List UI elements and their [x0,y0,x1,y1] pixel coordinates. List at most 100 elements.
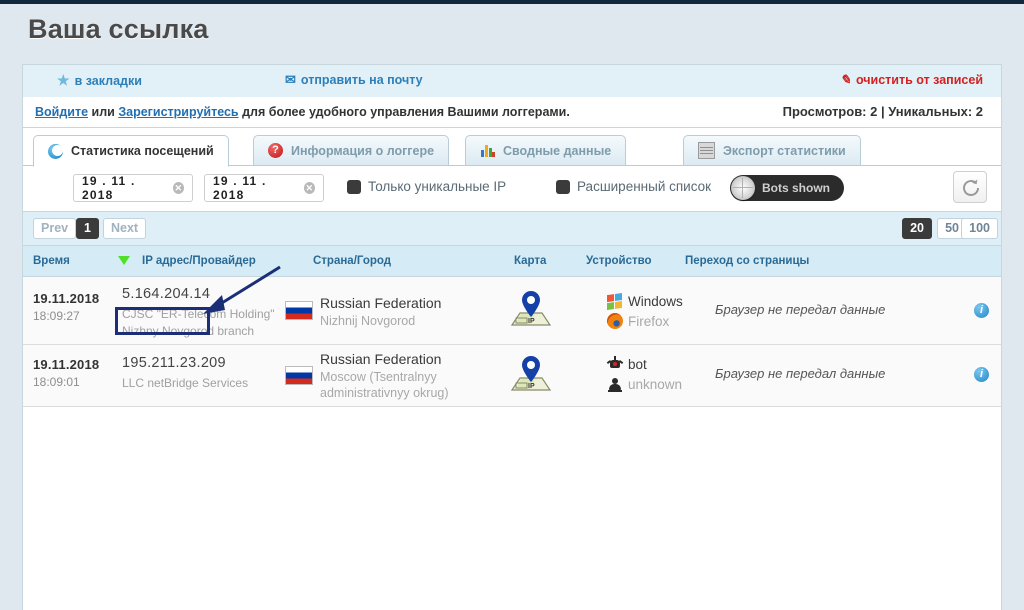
row-ip-address[interactable]: 5.164.204.14 [122,286,210,302]
toggle-knob-icon [731,176,755,200]
envelope-icon: ✉ [285,72,296,88]
tab-strip: Статистика посещений ? Информация о логг… [23,128,1001,166]
row-time: 18:09:01 [33,375,80,389]
send-to-email-button[interactable]: ✉ отправить на почту [285,72,423,88]
bar-chart-icon [480,143,495,158]
bots-toggle[interactable]: Bots shown [730,175,844,201]
row-os-label: bot [628,357,647,372]
tab-logger-info[interactable]: ? Информация о логгере [253,135,449,166]
bot-icon [607,356,623,372]
row-date: 19.11.2018 [33,291,99,306]
row-country: Russian Federation [320,351,441,367]
row-browser: unknown [607,376,682,392]
windows-icon [607,292,623,310]
login-hint-tail: для более удобного управления Вашими лог… [239,105,570,119]
row-country: Russian Federation [320,295,441,311]
sort-descending-icon[interactable] [118,256,130,265]
tab-visit-statistics-label: Статистика посещений [71,144,214,158]
column-header-device[interactable]: Устройство [586,255,652,267]
login-link[interactable]: Войдите [35,105,88,119]
date-from-value: 19 . 11 . 2018 [82,174,167,202]
pager-prev-button[interactable]: Prev [33,218,76,239]
row-browser: Firefox [607,313,669,329]
stats-card: ★ в закладки ✉ отправить на почту ✎ очистит… [22,64,1002,610]
row-referer: Браузер не передал данные [715,302,885,317]
register-link[interactable]: Зарегистрируйтесь [118,105,238,119]
date-from-input[interactable]: 19 . 11 . 2018 ✕ [73,174,193,202]
date-from-clear-icon[interactable]: ✕ [173,182,184,194]
tab-summary-data-label: Сводные данные [503,144,611,158]
russia-flag-icon [285,301,313,320]
login-hint-row: Войдите или Зарегистрируйтесь для более … [23,98,1001,128]
login-or-text: или [88,105,118,119]
row-isp-line-1: LLC netBridge Services [122,375,248,392]
row-os: bot [607,356,647,372]
column-header-time[interactable]: Время [33,255,70,267]
checkbox-box-icon [347,180,361,194]
russia-flag-icon [285,366,313,385]
unique-ip-checkbox[interactable]: Только уникальные IP [347,179,506,194]
date-to-input[interactable]: 19 . 11 . 2018 ✕ [204,174,324,202]
date-to-clear-icon[interactable]: ✕ [304,182,315,194]
action-bar: ★ в закладки ✉ отправить на почту ✎ очистит… [23,65,1001,98]
refresh-button[interactable] [953,171,987,203]
spreadsheet-icon [698,142,715,159]
row-browser-label: Firefox [628,314,669,329]
bots-toggle-label: Bots shown [762,181,830,195]
page-size-100-button[interactable]: 100 [961,218,998,239]
clear-records-label: очистить от записей [856,73,983,87]
column-header-country[interactable]: Страна/Город [313,255,391,267]
row-city: Nizhnij Novgorod [320,313,415,329]
view-counters: Просмотров: 2 | Уникальных: 2 [783,104,983,119]
row-city-line-1: Moscow (Tsentralnyy [320,369,437,385]
row-city-line-2: administrativnyy okrug) [320,385,449,401]
row-ip-address[interactable]: 195.211.23.209 [122,355,226,371]
extended-list-checkbox[interactable]: Расширенный список [556,179,711,194]
pager-page-1-button[interactable]: 1 [76,218,99,239]
info-icon[interactable]: i [974,367,989,382]
clear-records-button[interactable]: ✎ очистить от записей [840,72,983,88]
column-header-referer[interactable]: Переход со страницы [685,255,809,267]
column-header-ip[interactable]: IP адрес/Провайдер [142,255,256,267]
svg-text:IP: IP [528,383,535,390]
pagination-bar: Prev 1 Next 20 50 100 [23,212,1001,246]
question-icon: ? [268,143,283,158]
unique-ip-label: Только уникальные IP [368,179,506,194]
star-icon: ★ [57,72,70,89]
extended-list-label: Расширенный список [577,179,711,194]
moon-icon [48,144,63,159]
tab-summary-data[interactable]: Сводные данные [465,135,626,166]
page-title: Ваша ссылка [28,14,209,45]
page-size-20-button[interactable]: 20 [902,218,932,239]
tab-visit-statistics[interactable]: Статистика посещений [33,135,229,167]
row-browser-label: unknown [628,377,682,392]
add-to-bookmarks-label: в закладки [75,74,142,88]
login-hint-text: Войдите или Зарегистрируйтесь для более … [35,105,570,119]
table-header-row: Время IP адрес/Провайдер Страна/Город Ка… [23,246,1001,277]
user-icon [607,376,623,392]
row-time: 18:09:27 [33,309,80,323]
firefox-icon [607,313,623,329]
row-referer: Браузер не передал данные [715,366,885,381]
ip-map-pin-icon[interactable]: IP [508,291,552,329]
ip-map-pin-icon[interactable]: IP [508,356,552,394]
pager-next-button[interactable]: Next [103,218,146,239]
svg-text:IP: IP [528,318,535,325]
row-date: 19.11.2018 [33,357,99,372]
refresh-icon [961,178,981,198]
eraser-icon: ✎ [840,72,851,88]
row-os: Windows [607,293,683,309]
row-isp-line-1: CJSC "ER-Telecom Holding" [122,306,275,323]
add-to-bookmarks-button[interactable]: ★ в закладки [57,72,142,89]
tab-export-statistics-label: Экспорт статистики [723,144,846,158]
info-icon[interactable]: i [974,303,989,318]
page-root: Ваша ссылка ★ в закладки ✉ отправить на по… [0,4,1024,610]
table-row[interactable]: 19.11.2018 18:09:01 195.211.23.209 LLC n… [23,345,1001,407]
tab-logger-info-label: Информация о логгере [291,144,434,158]
tab-export-statistics[interactable]: Экспорт статистики [683,135,861,166]
send-to-email-label: отправить на почту [301,73,423,87]
column-header-map[interactable]: Карта [514,255,546,267]
row-os-label: Windows [628,294,683,309]
table-row[interactable]: 19.11.2018 18:09:27 5.164.204.14 CJSC "E… [23,277,1001,345]
filter-bar: 19 . 11 . 2018 ✕ 19 . 11 . 2018 ✕ Только… [23,166,1001,212]
